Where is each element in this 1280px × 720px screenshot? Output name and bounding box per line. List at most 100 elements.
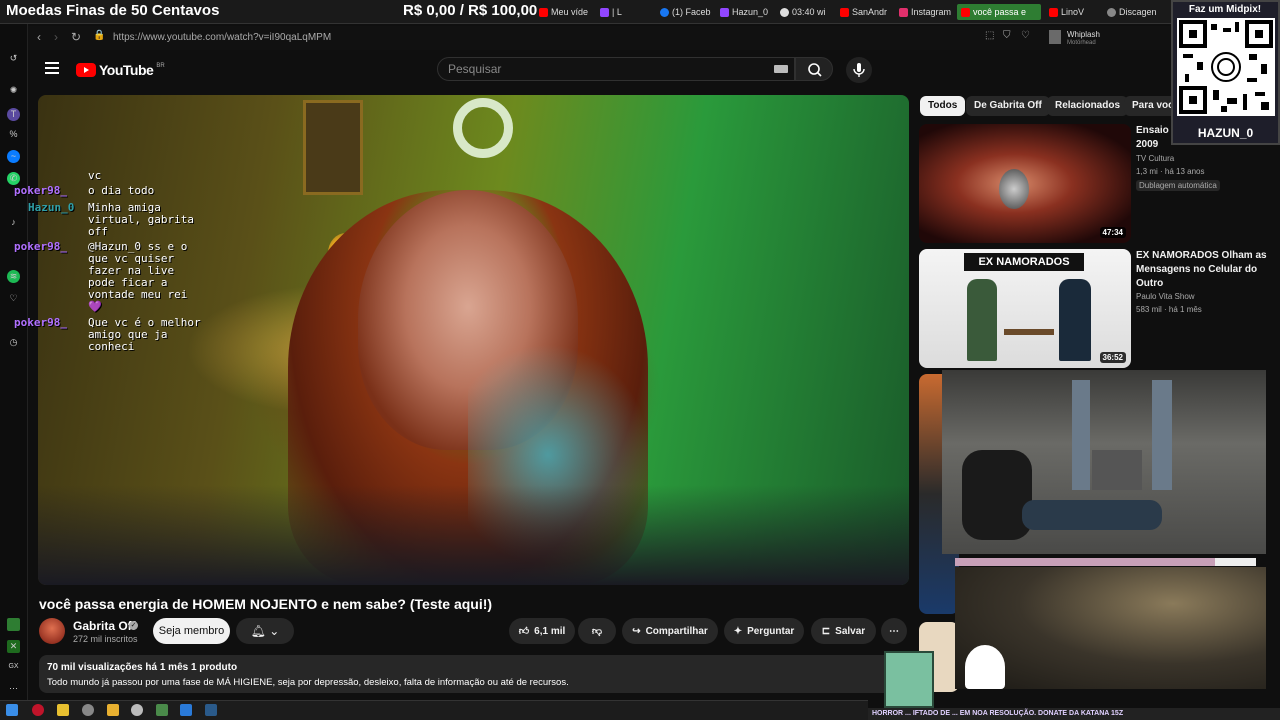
chat-message: o dia todo xyxy=(88,184,155,197)
windows-start-icon[interactable] xyxy=(6,704,18,716)
chat-username: poker98_ xyxy=(14,316,67,329)
notifications-button[interactable]: 🔔︎ ⌄ xyxy=(236,618,294,644)
chat-username: poker98_ xyxy=(14,184,67,197)
video-title: você passa energia de HOMEM NOJENTO e ne… xyxy=(39,596,493,612)
app-icon[interactable] xyxy=(156,704,168,716)
browser-tab[interactable]: Meu víde xyxy=(539,4,594,20)
browser-tab[interactable]: LinoV xyxy=(1049,4,1099,20)
bmo-mascot xyxy=(884,651,934,708)
battery-icon xyxy=(7,618,20,631)
recommendation-thumbnail[interactable]: 47:34 xyxy=(919,124,1131,243)
spotify-icon[interactable]: ≋ xyxy=(7,270,20,283)
webcam-curtain xyxy=(1152,380,1172,490)
app-icon[interactable] xyxy=(205,704,217,716)
chip-all[interactable]: Todos xyxy=(920,96,966,116)
microphone-icon xyxy=(853,63,865,77)
more-icon: ⋯ xyxy=(889,625,899,637)
search-button[interactable] xyxy=(795,57,833,81)
forward-icon[interactable]: › xyxy=(54,30,58,44)
chat-message: vc xyxy=(88,169,102,182)
browser-tab[interactable]: Discagen xyxy=(1107,4,1167,20)
notes-icon[interactable] xyxy=(57,704,69,716)
join-membership-button[interactable]: Seja membro xyxy=(153,618,230,644)
web-icon xyxy=(1107,7,1116,17)
keyboard-icon[interactable] xyxy=(774,65,788,73)
browser-tab[interactable]: | L xyxy=(600,4,650,20)
chip-related[interactable]: Relacionados xyxy=(1047,96,1129,116)
screenshot-icon[interactable]: ⬚ xyxy=(985,30,994,41)
more-icon[interactable]: ⋯ xyxy=(7,682,20,695)
settings-icon[interactable] xyxy=(131,704,143,716)
opera-icon[interactable] xyxy=(32,704,44,716)
thumbs-up-icon: 👍︎ xyxy=(518,626,530,637)
chevron-down-icon: ⌄ xyxy=(269,624,280,638)
heart-icon[interactable]: ♡ xyxy=(1021,30,1030,41)
search-icon xyxy=(808,63,822,77)
duck-mascot xyxy=(965,645,1005,689)
webcam-chair xyxy=(962,450,1032,540)
url-field[interactable]: https://www.youtube.com/watch?v=iI90qaLq… xyxy=(113,32,331,43)
obs-icon[interactable] xyxy=(82,704,94,716)
video-shadow xyxy=(38,485,909,585)
chat-message: Que vc é o melhor amigo que ja conheci xyxy=(88,316,201,353)
auto-dub-badge: Dublagem automática xyxy=(1136,180,1220,191)
now-playing-title: Whiplash xyxy=(1067,30,1100,39)
chat-message: Minha amiga virtual, gabrita off xyxy=(88,201,194,238)
app-icon[interactable] xyxy=(180,704,192,716)
tiktok-icon[interactable]: ♪ xyxy=(7,216,20,229)
recommendation-thumbnail[interactable]: EX NAMORADOS 36:52 xyxy=(919,249,1131,368)
share-button[interactable]: ↪ Compartilhar xyxy=(622,618,718,644)
twitch-icon xyxy=(720,7,729,17)
youtube-icon xyxy=(961,7,970,17)
hamburger-menu-icon[interactable] xyxy=(45,62,59,74)
description-text: Todo mundo já passou por uma fase de MÁ … xyxy=(47,677,569,688)
history-icon[interactable]: ↺ xyxy=(7,52,20,65)
back-icon[interactable]: ‹ xyxy=(37,30,41,44)
favorites-icon[interactable]: ♡ xyxy=(7,292,20,305)
channel-avatar[interactable] xyxy=(39,618,65,644)
webcam-curtain xyxy=(1072,380,1090,490)
voice-search-button[interactable] xyxy=(846,57,872,83)
shield-icon[interactable]: ⛉ xyxy=(1003,30,1011,41)
chat-username: Hazun_0 xyxy=(28,201,75,214)
recommendation-channel[interactable]: Paulo Vita Show xyxy=(1136,292,1195,301)
xbox-icon[interactable]: ✕ xyxy=(7,640,20,653)
webcam-shelf xyxy=(1092,450,1142,490)
bookmark-icon: ⊏ xyxy=(821,625,831,637)
recommendation-title[interactable]: EX NAMORADOS Olham as Mensagens no Celul… xyxy=(1136,249,1276,291)
qr-code xyxy=(1177,18,1275,116)
reload-icon[interactable]: ↻ xyxy=(71,30,81,44)
browser-tab[interactable]: Instagram xyxy=(899,4,951,20)
teams-icon[interactable]: T xyxy=(7,108,20,121)
ask-button[interactable]: ✦ Perguntar xyxy=(724,618,804,644)
clock-icon[interactable]: ◷ xyxy=(7,336,20,349)
search-input[interactable]: Pesquisar xyxy=(437,57,795,81)
dislike-button[interactable]: 👎︎ xyxy=(578,618,616,644)
recommendation-channel[interactable]: TV Cultura xyxy=(1136,154,1174,163)
stream-goal-title: Moedas Finas de 50 Centavos xyxy=(6,2,220,19)
country-code: BR xyxy=(156,63,165,69)
instagram-icon xyxy=(899,7,908,17)
twitch-icon xyxy=(600,7,609,17)
browser-tab-active[interactable]: você passa e xyxy=(957,4,1041,20)
folder-icon[interactable] xyxy=(107,704,119,716)
percent-icon[interactable]: % xyxy=(7,128,20,141)
thumbs-down-icon: 👎︎ xyxy=(591,626,603,637)
more-actions-button[interactable]: ⋯ xyxy=(881,618,907,644)
browser-tab[interactable]: SanAndr xyxy=(840,4,895,20)
like-button[interactable]: 👍︎ 6,1 mil xyxy=(509,618,575,644)
chip-from-channel[interactable]: De Gabrita Off xyxy=(966,96,1050,116)
browser-tab[interactable]: 03:40 wi xyxy=(780,4,830,20)
video-stats: 70 mil visualizações há 1 mês 1 produto xyxy=(47,662,238,673)
sparkle-icon: ✦ xyxy=(733,625,743,637)
donation-ticker: HORROR ... IFTADO DE ... EM NOA RESOLUÇÃ… xyxy=(868,708,1280,720)
browser-tab[interactable]: Hazun_0 xyxy=(720,4,770,20)
video-wall-picture xyxy=(303,100,363,195)
channel-name[interactable]: Gabrita Off xyxy=(73,619,136,633)
browser-tab[interactable]: (1) Faceb xyxy=(660,4,715,20)
chatgpt-icon[interactable]: ✺ xyxy=(7,84,20,97)
save-button[interactable]: ⊏ Salvar xyxy=(811,618,876,644)
messenger-icon[interactable]: ~ xyxy=(7,150,20,163)
youtube-logo[interactable]: YouTube BR xyxy=(76,62,165,78)
gx-icon[interactable]: GX xyxy=(7,660,20,673)
